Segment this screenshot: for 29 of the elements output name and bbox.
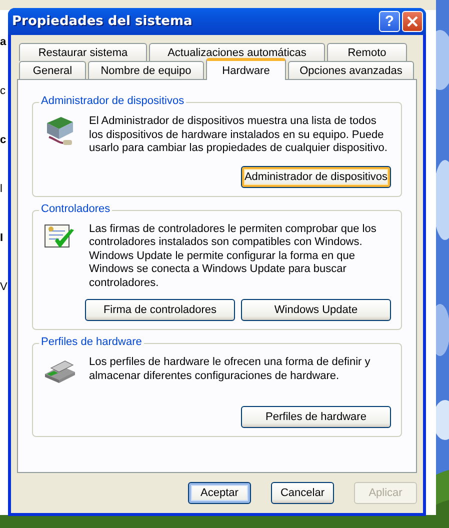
tab[interactable]: Hardware xyxy=(206,58,286,80)
tab[interactable]: Opciones avanzadas xyxy=(288,61,414,79)
help-button[interactable]: ? xyxy=(379,11,400,32)
background-text: a xyxy=(0,36,6,48)
dialog-button[interactable]: Cancelar xyxy=(271,482,334,504)
tab[interactable]: General xyxy=(19,61,86,79)
description-text: Las firmas de controladores le permiten comprobar que los controladores instalados son compatibles con Windows. Windows Update le permite configurar la forma en que Windows se conecta a Windows Update para buscar controladores. xyxy=(89,222,378,290)
close-button[interactable] xyxy=(402,11,423,32)
tab[interactable]: Actualizaciones automáticas xyxy=(149,43,325,61)
dialog-button[interactable]: Aceptar xyxy=(188,482,251,504)
background-text: V xyxy=(0,281,8,293)
group-title: Perfiles de hardware xyxy=(39,336,144,348)
tab[interactable]: Nombre de equipo xyxy=(88,61,204,79)
tab[interactable]: Remoto xyxy=(327,43,407,61)
description-text: Los perfiles de hardware le ofrecen una forma de definir y almacenar diferentes configuraciones de hardware. xyxy=(89,356,372,384)
background-text: I xyxy=(0,232,4,244)
close-icon xyxy=(407,16,418,27)
background-text: c xyxy=(0,85,6,97)
action-button[interactable]: Firma de controladores xyxy=(85,299,235,321)
action-button[interactable]: Administrador de dispositivos xyxy=(241,166,391,188)
background-text: l xyxy=(0,183,2,195)
window-title: Propiedades del sistema xyxy=(12,14,194,29)
action-button[interactable]: Perfiles de hardware xyxy=(241,406,391,428)
group-title: Controladores xyxy=(39,202,112,214)
background-text: c xyxy=(0,134,6,146)
action-button[interactable]: Windows Update xyxy=(241,299,391,321)
description-text: El Administrador de dispositivos muestra una lista de todos los dispositivos de hardware instalados en su equipo. Puede usarlo para cambiar las propiedades de cualquier dispositivo. xyxy=(89,115,388,156)
tab[interactable]: Restaurar sistema xyxy=(19,43,147,61)
group-title: Administrador de dispositivos xyxy=(39,95,186,107)
